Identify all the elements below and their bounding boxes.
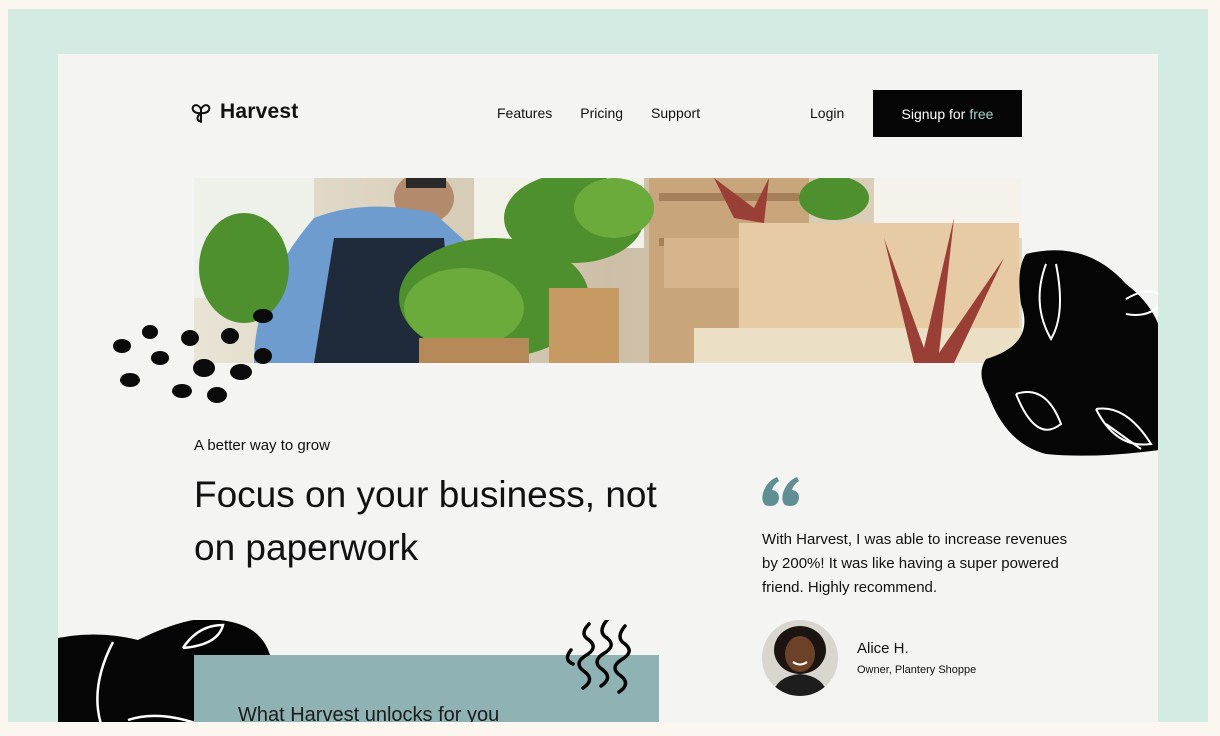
author-photo (762, 620, 838, 696)
quote-icon (762, 477, 799, 506)
eyebrow-text: A better way to grow (194, 437, 330, 454)
hero-image (194, 178, 1022, 363)
avatar (762, 620, 838, 696)
signup-accent: free (969, 105, 994, 122)
nav-item-pricing[interactable]: Pricing (580, 105, 623, 121)
main-nav: Features Pricing Support (497, 105, 700, 121)
decorative-squiggles (565, 620, 631, 694)
brand-name: Harvest (220, 100, 299, 123)
greenhouse-photo (194, 178, 1022, 363)
login-link[interactable]: Login (810, 105, 844, 121)
headline: Focus on your business, not on paperwork (194, 474, 657, 568)
landing-page: Harvest Features Pricing Support Login S… (58, 54, 1158, 722)
nav-item-support[interactable]: Support (651, 105, 700, 121)
signup-label: Signup for (901, 105, 966, 122)
author-role: Owner, Plantery Shoppe (857, 664, 977, 676)
decorative-dots (113, 309, 273, 403)
signup-button[interactable]: Signup for free (873, 90, 1022, 137)
nav-item-features[interactable]: Features (497, 105, 552, 121)
leaf-logo-icon (191, 104, 211, 123)
author-name: Alice H. (857, 640, 909, 657)
unlock-title: What Harvest unlocks for you (238, 704, 500, 722)
testimonial-quote: With Harvest, I was able to increase rev… (762, 531, 1068, 596)
decorative-leaf-blob (981, 250, 1158, 456)
outer-frame: Harvest Features Pricing Support Login S… (8, 9, 1208, 722)
brand-logo[interactable]: Harvest (190, 100, 298, 124)
